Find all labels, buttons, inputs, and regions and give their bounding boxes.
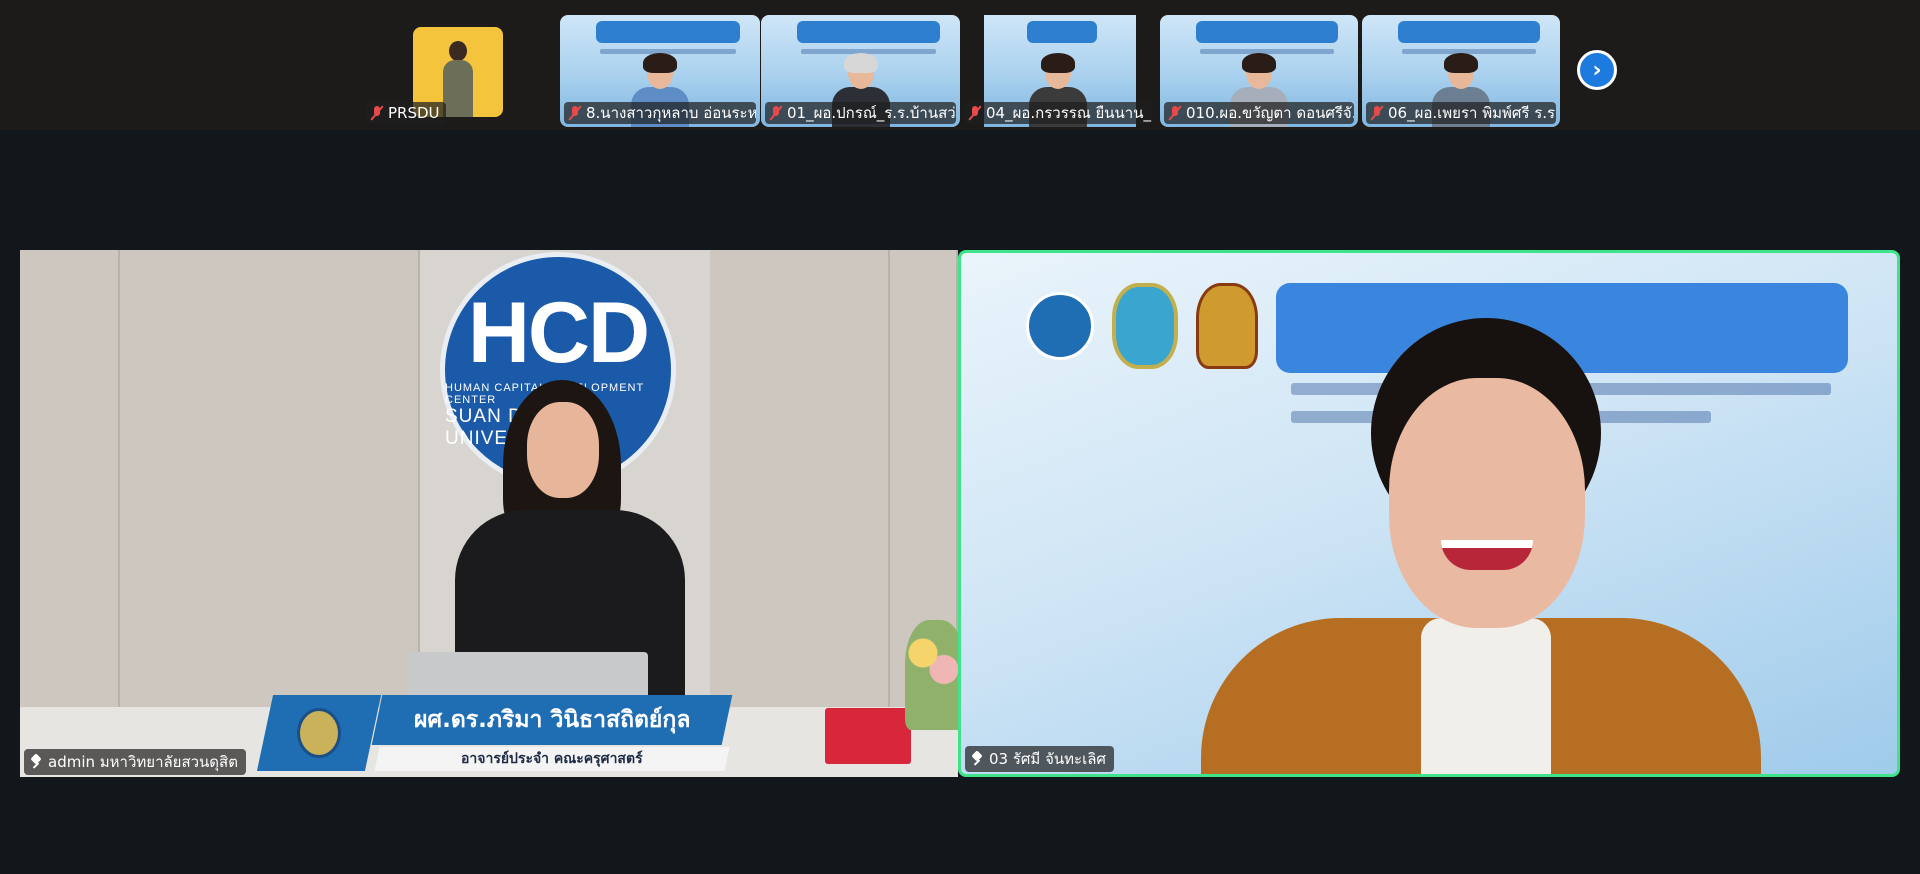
mic-muted-icon bbox=[1370, 105, 1384, 121]
mic-muted-icon bbox=[568, 105, 582, 121]
main-video-left[interactable]: HCD HUMAN CAPITAL DEVELOPMENT CENTER SUA… bbox=[20, 250, 958, 777]
participant-name-label: PRSDU bbox=[366, 102, 446, 124]
participant-filmstrip: PRSDU 8.นางสาวกุหลาบ อ่อนระหว... 01_ผอ.ป… bbox=[0, 0, 1920, 130]
mic-muted-icon bbox=[370, 105, 384, 121]
pin-icon bbox=[30, 755, 42, 769]
participant-tile[interactable]: 010.ผอ.ขวัญตา ดอนศรีจั... bbox=[1160, 15, 1358, 127]
participant-name: admin มหาวิทยาลัยสวนดุสิต bbox=[48, 753, 238, 771]
logo-text: HCD bbox=[467, 285, 650, 381]
participant-name-label: 06_ผอ.เพยรา พิมพ์ศรี ร.ร... bbox=[1366, 102, 1557, 124]
participant-tile[interactable]: 04_ผอ.กรวรรณ ยืนนาน_... bbox=[960, 15, 1156, 127]
participant-name: 01_ผอ.ปกรณ์_ร.ร.บ้านสว่า bbox=[787, 104, 957, 122]
participant-tile[interactable]: PRSDU bbox=[362, 15, 554, 127]
participant-tile[interactable]: 8.นางสาวกุหลาบ อ่อนระหว... bbox=[560, 15, 760, 127]
participant-name: 06_ผอ.เพยรา พิมพ์ศรี ร.ร... bbox=[1388, 104, 1557, 122]
hcd-logo-icon bbox=[1026, 292, 1094, 360]
participant-name-label: 04_ผอ.กรวรรณ ยืนนาน_... bbox=[964, 102, 1153, 124]
filmstrip-next-button[interactable]: › bbox=[1577, 50, 1617, 90]
name-card bbox=[825, 708, 911, 764]
speaker-role: อาจารย์ประจำ คณะครุศาสตร์ bbox=[461, 751, 643, 767]
mic-muted-icon bbox=[968, 105, 982, 121]
participant-name-label: 8.นางสาวกุหลาบ อ่อนระหว... bbox=[564, 102, 756, 124]
participant-name: 010.ผอ.ขวัญตา ดอนศรีจั... bbox=[1186, 104, 1355, 122]
emblem-icon bbox=[1112, 283, 1178, 369]
participant-name: 03 รัศมี จันทะเลิศ bbox=[989, 750, 1106, 768]
participant-tile[interactable]: 06_ผอ.เพยรา พิมพ์ศรี ร.ร... bbox=[1362, 15, 1560, 127]
pin-icon bbox=[971, 752, 983, 766]
chevron-right-icon: › bbox=[1592, 57, 1602, 83]
mic-muted-icon bbox=[769, 105, 783, 121]
participant-tile[interactable]: 01_ผอ.ปกรณ์_ร.ร.บ้านสว่า bbox=[761, 15, 960, 127]
flowers bbox=[905, 620, 958, 730]
lower-third-caption: ผศ.ดร.ภริมา วินิธาสถิตย์กุล อาจารย์ประจำ… bbox=[256, 695, 733, 771]
video-conference: PRSDU 8.นางสาวกุหลาบ อ่อนระหว... 01_ผอ.ป… bbox=[0, 0, 1920, 874]
participant-name: 04_ผอ.กรวรรณ ยืนนาน_... bbox=[986, 104, 1153, 122]
participant-name: PRSDU bbox=[388, 104, 440, 122]
speaker-name: ผศ.ดร.ภริมา วินิธาสถิตย์กุล bbox=[413, 707, 691, 733]
main-video-right-active-speaker[interactable]: 03 รัศมี จันทะเลิศ bbox=[958, 250, 1900, 777]
participant-name-label: 010.ผอ.ขวัญตา ดอนศรีจั... bbox=[1164, 102, 1355, 124]
mic-muted-icon bbox=[1168, 105, 1182, 121]
participant-name-label: 01_ผอ.ปกรณ์_ร.ร.บ้านสว่า bbox=[765, 102, 957, 124]
participant-name: 8.นางสาวกุหลาบ อ่อนระหว... bbox=[586, 104, 756, 122]
main-video-name-label: admin มหาวิทยาลัยสวนดุสิต bbox=[24, 749, 246, 775]
university-emblem-icon bbox=[256, 695, 382, 771]
speaker-video bbox=[1201, 318, 1761, 774]
main-video-name-label: 03 รัศมี จันทะเลิศ bbox=[965, 746, 1114, 772]
